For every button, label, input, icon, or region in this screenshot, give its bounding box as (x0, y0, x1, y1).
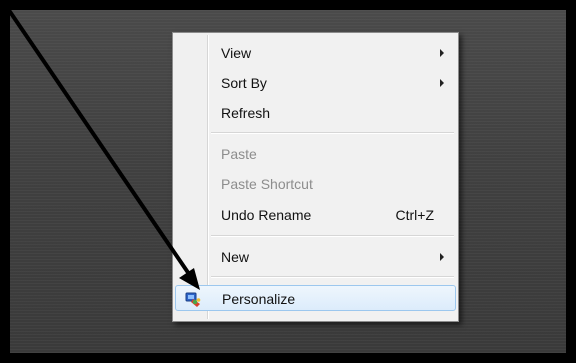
menu-item-paste[interactable]: Paste (175, 141, 456, 167)
context-menu: View Sort By Refresh Paste Paste Shortcu… (172, 32, 459, 322)
menu-item-label: Sort By (221, 75, 267, 91)
menu-separator (211, 132, 454, 134)
submenu-arrow-icon (440, 49, 444, 57)
submenu-arrow-icon (440, 253, 444, 261)
personalize-icon (184, 290, 202, 308)
menu-separator (211, 276, 454, 278)
menu-item-new[interactable]: New (175, 244, 456, 270)
menu-item-label: Undo Rename (221, 207, 312, 223)
menu-item-undo-rename[interactable]: Undo Rename Ctrl+Z (175, 202, 456, 228)
menu-item-label: Personalize (222, 291, 296, 307)
menu-item-label: View (221, 45, 252, 61)
submenu-arrow-icon (440, 79, 444, 87)
menu-item-label: New (221, 249, 250, 265)
menu-item-sort-by[interactable]: Sort By (175, 70, 456, 96)
menu-item-paste-shortcut[interactable]: Paste Shortcut (175, 171, 456, 197)
menu-item-view[interactable]: View (175, 40, 456, 66)
menu-item-personalize[interactable]: Personalize (175, 285, 456, 311)
menu-item-label: Paste Shortcut (221, 176, 313, 192)
menu-item-label: Paste (221, 146, 257, 162)
menu-separator (211, 235, 454, 237)
menu-item-refresh[interactable]: Refresh (175, 100, 456, 126)
menu-item-shortcut: Ctrl+Z (395, 207, 435, 223)
menu-item-label: Refresh (221, 105, 271, 121)
